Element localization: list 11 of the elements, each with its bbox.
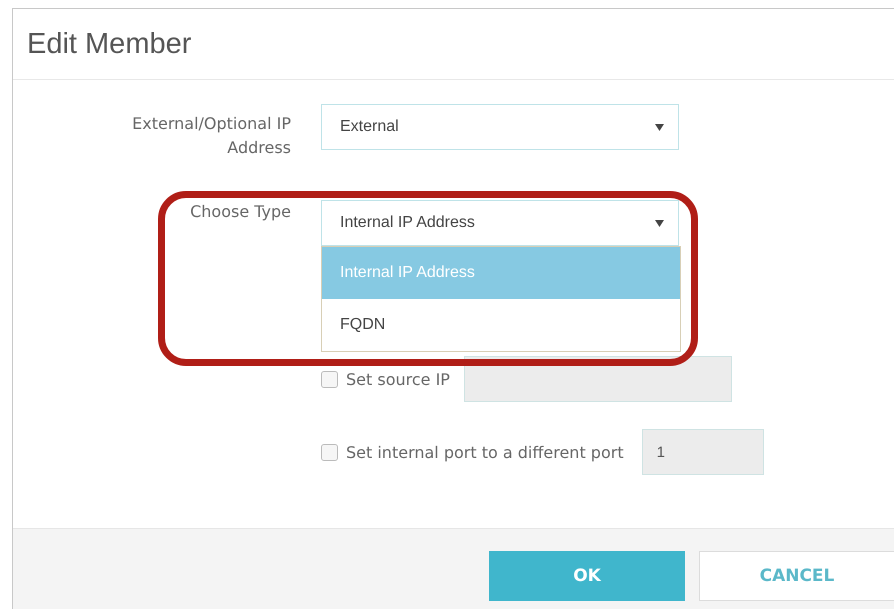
dialog-title: Edit Member (27, 28, 192, 60)
field-label: Choose Type (189, 201, 291, 223)
checkbox-label: Set internal port to a different port (346, 442, 624, 462)
field-label: External/Optional IP Address (131, 113, 291, 159)
checkbox-label: Set source IP (346, 370, 450, 388)
address-select[interactable]: External (321, 104, 679, 150)
text-field[interactable]: 1 (642, 429, 764, 475)
checkbox[interactable] (321, 370, 338, 388)
checkbox[interactable] (321, 444, 338, 460)
caret-icon (655, 220, 664, 226)
caret-icon (655, 124, 664, 130)
